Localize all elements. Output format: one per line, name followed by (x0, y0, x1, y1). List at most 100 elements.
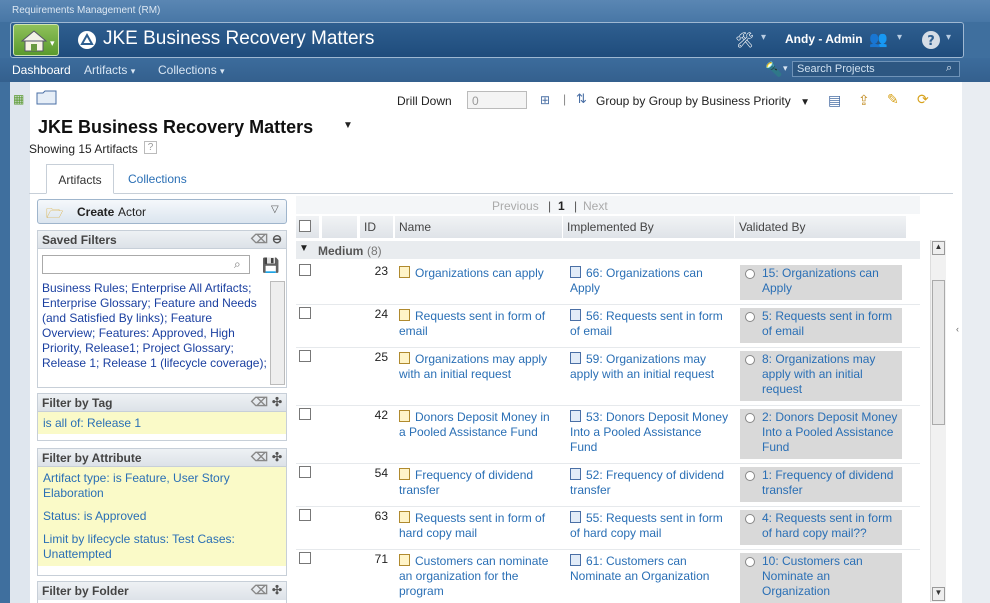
home-icon[interactable]: ▾ (13, 24, 59, 56)
table-row[interactable]: 23 Organizations can apply 66: Organizatio… (296, 262, 920, 305)
row-checkbox[interactable] (299, 264, 311, 276)
saved-filter-item[interactable]: Release 1 (42, 356, 96, 370)
tag-icon[interactable]: ✎ (887, 91, 899, 108)
chevron-down-icon[interactable]: ▾ (761, 32, 766, 43)
scroll-up-arrow[interactable]: ▲ (932, 241, 945, 255)
implemented-by-link[interactable]: 59: Organizations may apply with an init… (570, 352, 732, 382)
chevron-down-icon[interactable]: ▾ (897, 32, 902, 43)
nav-collections[interactable]: Collections ▾ (158, 63, 225, 77)
filter-search-input[interactable] (42, 255, 250, 274)
collapse-icon[interactable]: ‹ (956, 324, 959, 334)
save-icon[interactable]: 💾 (262, 257, 279, 274)
people-icon[interactable]: 👥 (869, 30, 888, 48)
saved-filters-scrollbar[interactable] (270, 281, 285, 385)
eraser-icon[interactable]: ⌫ (251, 232, 268, 246)
validated-by-link[interactable]: 2: Donors Deposit Money Into a Pooled As… (740, 409, 902, 459)
column-header-name[interactable]: Name (395, 216, 563, 238)
pin-icon[interactable]: ✣ (272, 395, 282, 409)
artifact-name-link[interactable]: Customers can nominate an organization f… (399, 554, 559, 599)
search-scope-icon[interactable]: 🔦 (765, 61, 782, 78)
group-by-select[interactable]: Group by Group by Business Priority ▼ (596, 94, 810, 108)
table-row[interactable]: 42 Donors Deposit Money in a Pooled Assis… (296, 406, 920, 464)
filter-attribute-value[interactable]: Status: is Approved (38, 505, 286, 528)
validated-by-link[interactable]: 8: Organizations may apply with an initi… (740, 351, 902, 401)
artifact-name-link[interactable]: Organizations can apply (399, 266, 559, 281)
filter-attribute-value[interactable]: Limit by lifecycle status: Test Cases: U… (38, 528, 286, 566)
help-icon[interactable]: ? (144, 141, 157, 154)
implemented-by-link[interactable]: 53: Donors Deposit Money Into a Pooled A… (570, 410, 732, 455)
eraser-icon[interactable]: ⌫ (251, 395, 268, 409)
validated-by-link[interactable]: 5: Requests sent in form of email (740, 308, 902, 343)
pin-icon[interactable]: ✣ (272, 450, 282, 464)
eraser-icon[interactable]: ⌫ (251, 583, 268, 597)
user-name[interactable]: Andy - Admin (785, 32, 863, 46)
tools-icon[interactable]: 🛠 (735, 31, 754, 49)
project-title[interactable]: JKE Business Recovery Matters (103, 28, 374, 50)
filter-attribute-value[interactable]: Artifact type: is Feature, User Story El… (38, 467, 286, 505)
artifact-name-link[interactable]: Frequency of dividend transfer (399, 468, 559, 498)
validated-by-link[interactable]: 4: Requests sent in form of hard copy ma… (740, 510, 902, 545)
implemented-by-link[interactable]: 61: Customers can Nominate an Organizati… (570, 554, 732, 584)
hierarchy-icon[interactable]: ⊞ (540, 93, 550, 107)
implemented-by-link[interactable]: 66: Organizations can Apply (570, 266, 732, 296)
artifact-name-link[interactable]: Organizations may apply with an initial … (399, 352, 559, 382)
row-checkbox[interactable] (299, 466, 311, 478)
table-row[interactable]: 25 Organizations may apply with an initia… (296, 348, 920, 406)
scroll-thumb[interactable] (932, 280, 945, 425)
table-row[interactable]: 54 Frequency of dividend transfer 52: Freq… (296, 464, 920, 507)
tab-collections[interactable]: Collections (128, 172, 187, 186)
previous-link[interactable]: Previous (492, 199, 539, 213)
sort-icon[interactable]: ⇅ (576, 91, 587, 107)
implemented-by-link[interactable]: 55: Requests sent in form of hard copy m… (570, 511, 732, 541)
minimize-icon[interactable]: ⊖ (272, 232, 282, 246)
scroll-down-arrow[interactable]: ▼ (932, 587, 945, 601)
artifact-name-link[interactable]: Requests sent in form of email (399, 309, 559, 339)
filter-tag-value[interactable]: is all of: Release 1 (38, 412, 286, 434)
table-row[interactable]: 63 Requests sent in form of hard copy mai… (296, 507, 920, 550)
tab-artifacts[interactable]: Artifacts (46, 164, 114, 194)
saved-filter-item[interactable]: Release 1 (lifecycle coverage) (103, 356, 264, 370)
column-header-validated-by[interactable]: Validated By (735, 216, 907, 238)
search-icon[interactable]: ⌕ (946, 62, 952, 75)
page-number[interactable]: 1 (558, 199, 565, 213)
search-input[interactable]: Search Projects (792, 61, 960, 77)
saved-filter-item[interactable]: Project Glossary (143, 341, 231, 355)
saved-filter-item[interactable]: Business Rules (42, 281, 125, 295)
collapse-triangle-icon[interactable]: ▼ (299, 243, 309, 254)
grid-scrollbar[interactable]: ▲ ▼ (930, 240, 946, 602)
implemented-by-link[interactable]: 56: Requests sent in form of email (570, 309, 732, 339)
artifact-name-link[interactable]: Donors Deposit Money in a Pooled Assista… (399, 410, 559, 440)
columns-icon[interactable]: ▤ (828, 92, 841, 109)
group-header[interactable]: ▼ Medium (8) (296, 241, 920, 259)
export-icon[interactable]: ⇪ (858, 92, 870, 109)
implemented-by-link[interactable]: 52: Frequency of dividend transfer (570, 468, 732, 498)
refresh-icon[interactable]: ⟳ (917, 91, 929, 108)
create-button[interactable]: 🗁 Create Actor ▽ (37, 199, 287, 224)
artifact-name-link[interactable]: Requests sent in form of hard copy mail (399, 511, 559, 541)
row-checkbox[interactable] (299, 408, 311, 420)
help-icon[interactable]: ? (921, 30, 941, 50)
chevron-down-icon[interactable]: ▼ (343, 120, 353, 131)
pin-icon[interactable]: ✣ (272, 583, 282, 597)
eraser-icon[interactable]: ⌫ (251, 450, 268, 464)
row-checkbox[interactable] (299, 350, 311, 362)
folder-icon[interactable] (36, 89, 58, 105)
saved-filter-item[interactable]: Enterprise All Artifacts (131, 281, 248, 295)
saved-filter-item[interactable]: Enterprise Glossary (42, 296, 147, 310)
drill-down-stepper[interactable]: 0 (467, 91, 527, 109)
nav-artifacts[interactable]: Artifacts ▾ (84, 63, 135, 77)
next-link[interactable]: Next (583, 199, 608, 213)
row-checkbox[interactable] (299, 509, 311, 521)
select-all-checkbox[interactable] (299, 220, 311, 232)
validated-by-link[interactable]: 10: Customers can Nominate an Organizati… (740, 553, 902, 603)
mini-dashboard-icon[interactable]: ▦ (13, 92, 24, 106)
chevron-down-icon[interactable]: ▾ (783, 63, 788, 74)
column-header-implemented-by[interactable]: Implemented By (563, 216, 735, 238)
column-header-id[interactable]: ID (360, 216, 394, 238)
row-checkbox[interactable] (299, 307, 311, 319)
validated-by-link[interactable]: 1: Frequency of dividend transfer (740, 467, 902, 502)
table-row[interactable]: 24 Requests sent in form of email 56: Requ… (296, 305, 920, 348)
nav-dashboard[interactable]: Dashboard (12, 63, 71, 77)
table-row[interactable]: 71 Customers can nominate an organization… (296, 550, 920, 603)
chevron-down-icon[interactable]: ▾ (946, 32, 951, 43)
